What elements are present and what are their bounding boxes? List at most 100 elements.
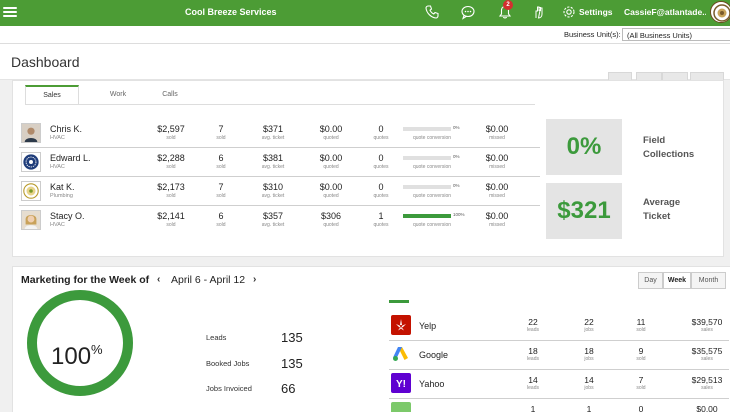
technician-row[interactable]: Edward L. HVAC $2,288 sold 6 sold $381 avg.… bbox=[19, 148, 540, 177]
source-leads-label: leads bbox=[527, 356, 539, 362]
sold-label: sold bbox=[166, 164, 176, 170]
technician-trade: HVAC bbox=[50, 164, 65, 170]
source-row[interactable]: 1 1 0 $0.00 bbox=[389, 399, 729, 412]
period-month-button[interactable]: Month bbox=[691, 272, 726, 289]
quoted-label: quoted bbox=[323, 193, 339, 199]
quotes-metric: 0 quotes bbox=[369, 124, 393, 141]
google-ads-icon bbox=[391, 344, 411, 364]
source-sold-label: sold bbox=[636, 356, 646, 362]
source-leads-label: leads bbox=[527, 385, 539, 391]
sales-panel: Sales Work Calls Chris K. HVAC $2,597 sol… bbox=[12, 80, 724, 257]
ring-percentage: 100% bbox=[51, 342, 103, 371]
technician-avatar bbox=[21, 210, 41, 230]
booked-jobs-value: 135 bbox=[281, 356, 303, 371]
sold-label: sold bbox=[216, 135, 226, 141]
date-range: April 6 - April 12 bbox=[171, 274, 246, 286]
user-menu[interactable]: CassieF@atlantade... bbox=[624, 7, 706, 17]
source-leads: 22 leads bbox=[523, 317, 543, 333]
chevron-right-icon[interactable]: › bbox=[253, 274, 256, 285]
source-sold-label: sold bbox=[636, 327, 646, 333]
technician-name: Edward L. bbox=[50, 153, 91, 163]
conversion-track bbox=[403, 214, 451, 218]
sold-count-metric: 7 sold bbox=[211, 182, 231, 199]
tab-sales[interactable]: Sales bbox=[25, 85, 79, 105]
chat-icon[interactable] bbox=[460, 4, 476, 20]
source-jobs-label: jobs bbox=[584, 385, 594, 391]
source-leads: 1 bbox=[523, 404, 543, 412]
period-day-button[interactable]: Day bbox=[638, 272, 663, 289]
yelp-icon bbox=[391, 315, 411, 335]
notification-badge: 2 bbox=[503, 0, 513, 10]
sold-amount-value: $2,597 bbox=[157, 124, 185, 134]
sold-label: sold bbox=[216, 193, 226, 199]
quotes-label: quotes bbox=[373, 135, 389, 141]
page-title: Dashboard bbox=[11, 54, 80, 70]
conversion-track bbox=[403, 185, 451, 189]
sold-amount-metric: $2,597 sold bbox=[153, 124, 189, 141]
source-sales: $35,575 sales bbox=[685, 346, 729, 362]
quoted-metric: $0.00 quoted bbox=[313, 124, 349, 141]
average-ticket-value: $321 bbox=[546, 183, 622, 239]
avg-ticket-label: avg. ticket bbox=[261, 222, 285, 228]
business-unit-select[interactable]: (All Business Units) bbox=[622, 28, 730, 41]
sold-count-value: 7 bbox=[218, 124, 224, 134]
avg-ticket-value: $371 bbox=[262, 124, 284, 134]
tab-calls[interactable]: Calls bbox=[143, 85, 197, 105]
header-button-4[interactable] bbox=[690, 72, 724, 80]
phone-icon[interactable] bbox=[424, 4, 440, 20]
settings-link[interactable]: Settings bbox=[579, 7, 613, 17]
source-sold: 7 sold bbox=[631, 375, 651, 391]
missed-value: $0.00 bbox=[485, 211, 509, 221]
quote-conversion-label: quote conversion bbox=[412, 164, 452, 170]
source-sales-value: $39,570 bbox=[691, 317, 723, 327]
avg-ticket-label: avg. ticket bbox=[261, 135, 285, 141]
missed-label: missed bbox=[489, 135, 505, 141]
avg-ticket-metric: $371 avg. ticket bbox=[253, 124, 293, 141]
chevron-left-icon[interactable]: ‹ bbox=[157, 274, 160, 285]
source-jobs-value: 1 bbox=[586, 404, 592, 412]
marketing-panel: Marketing for the Week of ‹ April 6 - Ap… bbox=[12, 266, 730, 412]
quoted-label: quoted bbox=[323, 222, 339, 228]
header-button-1[interactable] bbox=[608, 72, 632, 80]
avg-ticket-value: $310 bbox=[262, 182, 284, 192]
svg-text:Y!: Y! bbox=[396, 379, 406, 390]
technician-row[interactable]: Kat K. Plumbing $2,173 sold 7 sold $310 avg… bbox=[19, 177, 540, 206]
missed-metric: $0.00 missed bbox=[479, 211, 515, 228]
source-row[interactable]: Yelp 22 leads 22 jobs 11 sold $39,570 sales bbox=[389, 312, 729, 341]
technician-avatar bbox=[21, 152, 41, 172]
kpi-label-line: Field bbox=[643, 135, 666, 146]
technician-row[interactable]: Chris K. HVAC $2,597 sold 7 sold $371 avg. … bbox=[19, 119, 540, 148]
quoted-metric: $0.00 quoted bbox=[313, 182, 349, 199]
ring-unit: % bbox=[91, 342, 103, 357]
sold-label: sold bbox=[166, 222, 176, 228]
source-sales-value: $29,513 bbox=[691, 375, 723, 385]
header-button-2[interactable] bbox=[636, 72, 662, 80]
hand-icon[interactable] bbox=[531, 4, 547, 20]
quotes-label: quotes bbox=[373, 164, 389, 170]
conversion-track bbox=[403, 156, 451, 160]
source-sales-value: $0.00 bbox=[696, 404, 718, 412]
technician-row[interactable]: Stacy O. HVAC $2,141 sold 6 sold $357 avg. … bbox=[19, 206, 540, 235]
missed-metric: $0.00 missed bbox=[479, 182, 515, 199]
source-sold: 11 sold bbox=[631, 317, 651, 333]
source-sold-value: 7 bbox=[638, 375, 644, 385]
yahoo-icon: Y! bbox=[391, 373, 411, 393]
conversion-percent: 0% bbox=[453, 154, 460, 159]
quotes-metric: 0 quotes bbox=[369, 153, 393, 170]
gear-icon[interactable] bbox=[561, 4, 577, 20]
company-logo-avatar[interactable] bbox=[710, 1, 730, 23]
technician-name: Kat K. bbox=[50, 182, 75, 192]
source-jobs-value: 14 bbox=[584, 375, 594, 385]
missed-value: $0.00 bbox=[485, 153, 509, 163]
sold-count-metric: 6 sold bbox=[211, 153, 231, 170]
source-row[interactable]: Y! Yahoo 14 leads 14 jobs 7 sold $29,513 sal… bbox=[389, 370, 729, 399]
quoted-value: $0.00 bbox=[319, 182, 343, 192]
period-week-button[interactable]: Week bbox=[663, 272, 691, 289]
source-row[interactable]: Google 18 leads 18 jobs 9 sold $35,575 sales bbox=[389, 341, 729, 370]
avg-ticket-value: $357 bbox=[262, 211, 284, 221]
header-button-3[interactable] bbox=[662, 72, 688, 80]
avg-ticket-label: avg. ticket bbox=[261, 193, 285, 199]
jobs-invoiced-label: Jobs Invoiced bbox=[206, 384, 252, 393]
hamburger-menu-icon[interactable] bbox=[3, 5, 17, 19]
sold-amount-value: $2,173 bbox=[157, 182, 185, 192]
